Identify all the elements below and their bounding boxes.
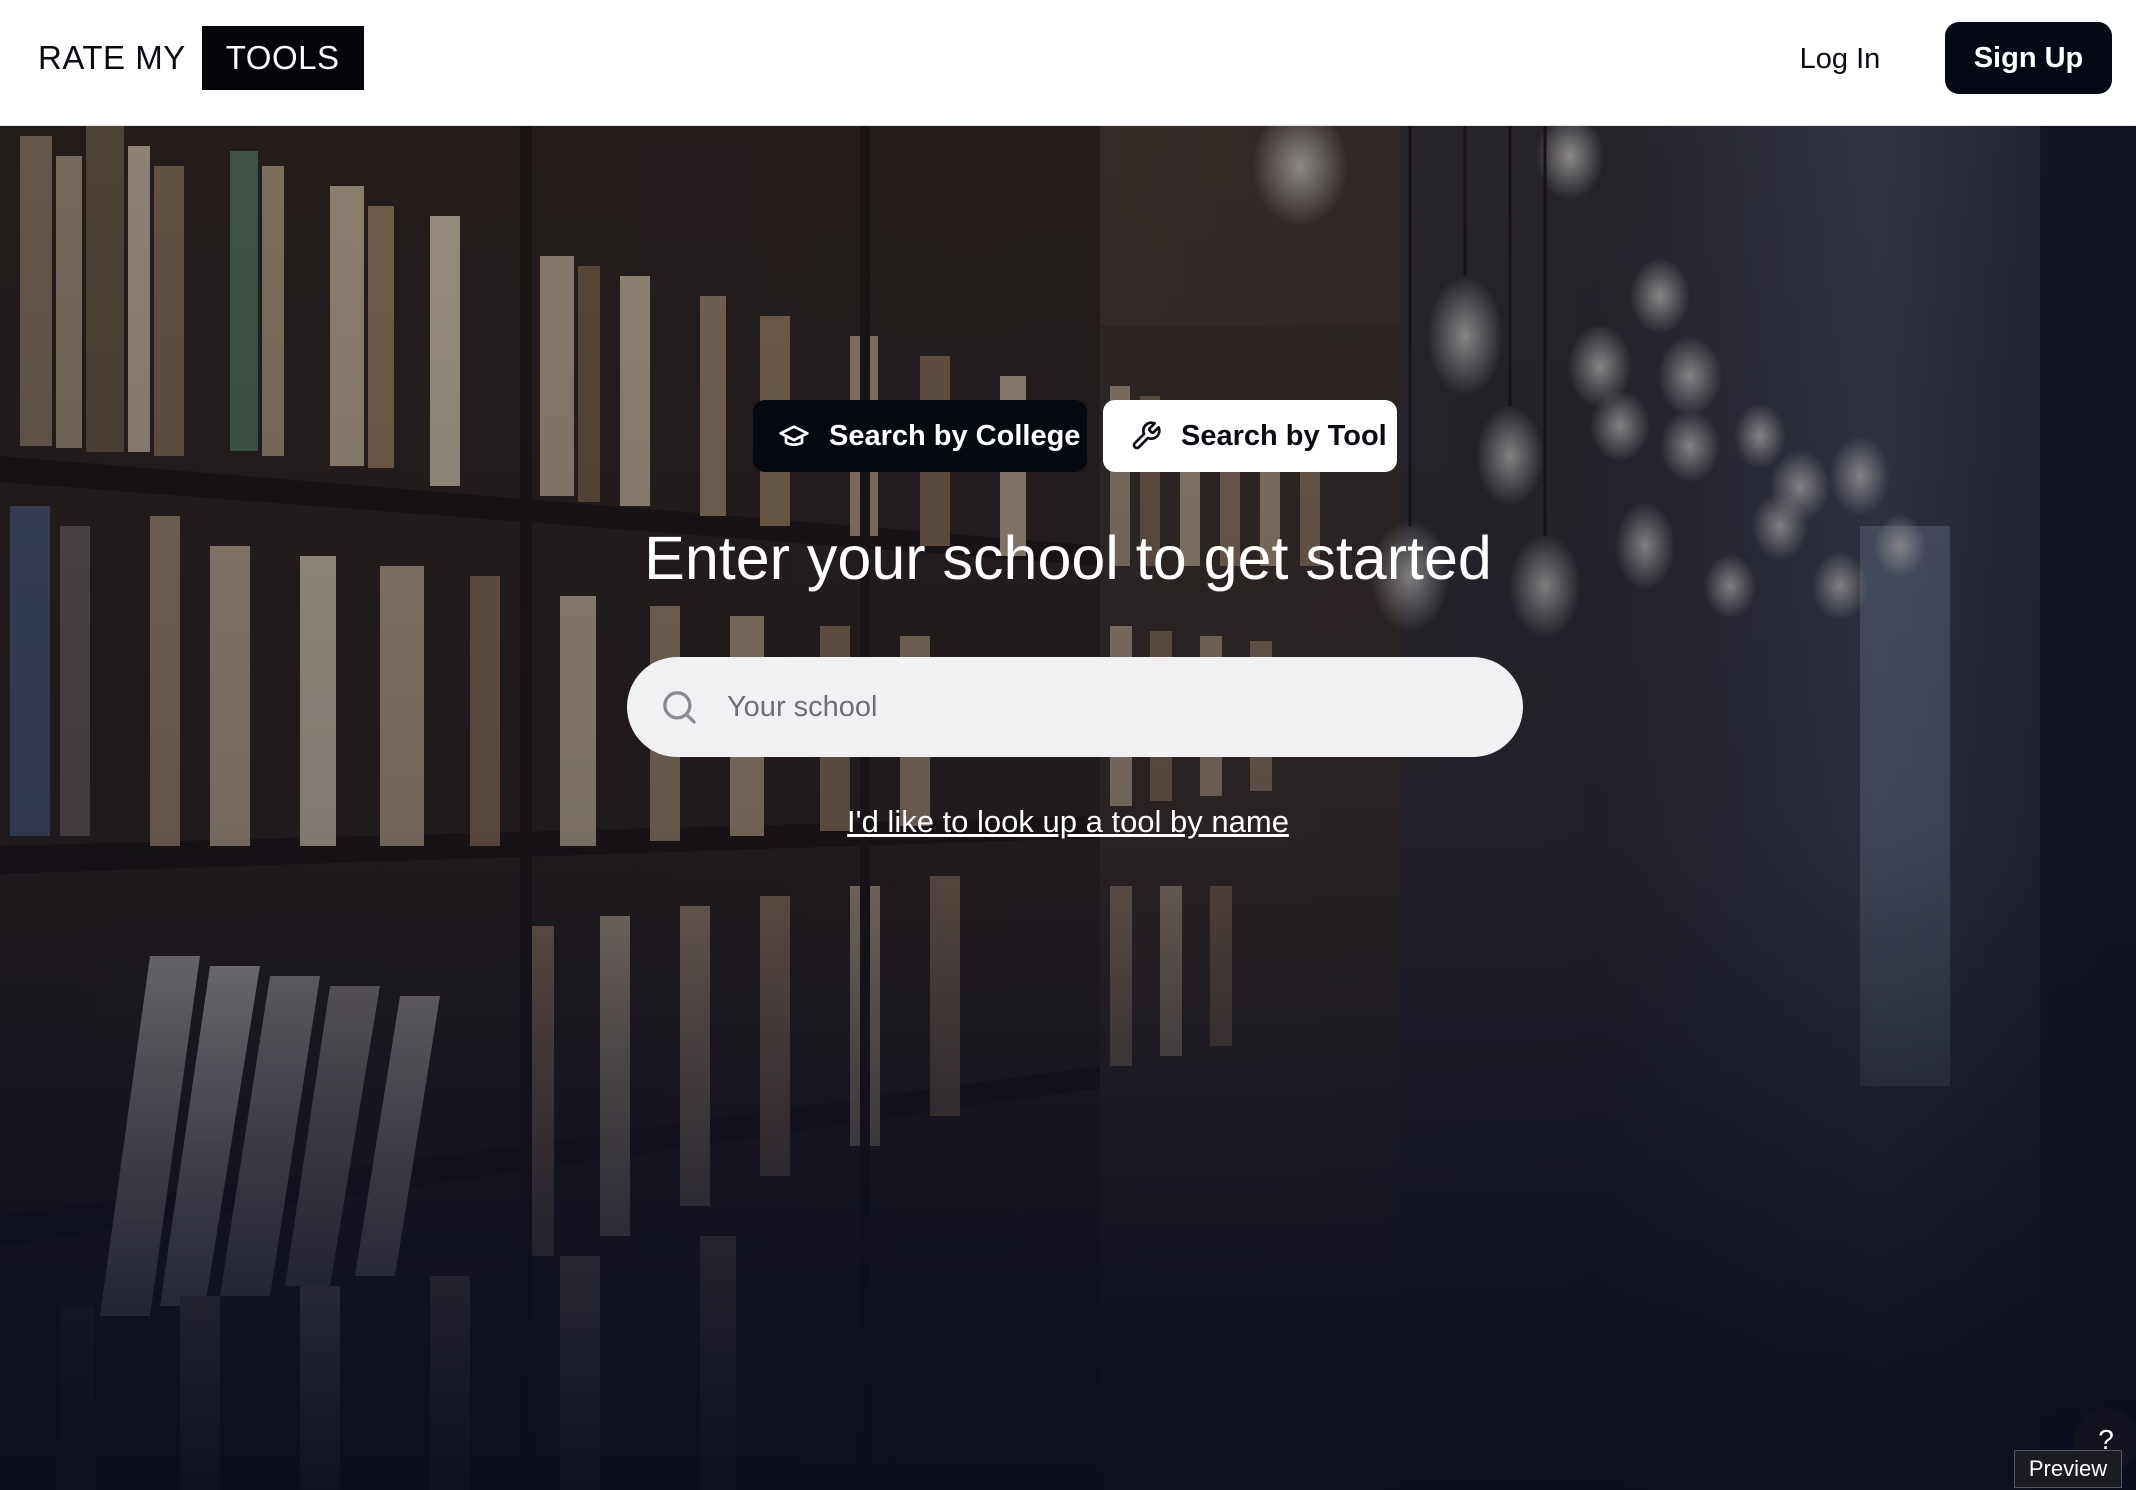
wrench-icon: [1129, 419, 1163, 453]
search-icon: [659, 687, 699, 727]
school-search-input[interactable]: [725, 679, 1485, 735]
search-by-college-button[interactable]: Search by College: [753, 400, 1087, 472]
school-search-box[interactable]: [627, 657, 1523, 757]
signup-button[interactable]: Sign Up: [1945, 22, 2112, 94]
lookup-tool-by-name-link[interactable]: I'd like to look up a tool by name: [0, 804, 2136, 840]
graduation-cap-icon: [777, 419, 811, 453]
top-navigation-bar: RATE MY TOOLS Log In Sign Up: [0, 0, 2136, 126]
logo-text-tools: TOOLS: [201, 26, 364, 90]
site-logo[interactable]: RATE MY TOOLS: [38, 26, 364, 90]
search-by-tool-button[interactable]: Search by Tool: [1103, 400, 1397, 472]
login-button[interactable]: Log In: [1768, 36, 1912, 82]
logo-text-rate-my: RATE MY: [38, 39, 186, 76]
search-by-tool-label: Search by Tool: [1181, 419, 1387, 452]
search-by-college-label: Search by College: [829, 419, 1081, 452]
hero-section: Search by College Search by Tool Enter y…: [0, 126, 2136, 1490]
preview-badge: Preview: [2014, 1450, 2122, 1488]
hero-headline: Enter your school to get started: [644, 524, 1492, 592]
